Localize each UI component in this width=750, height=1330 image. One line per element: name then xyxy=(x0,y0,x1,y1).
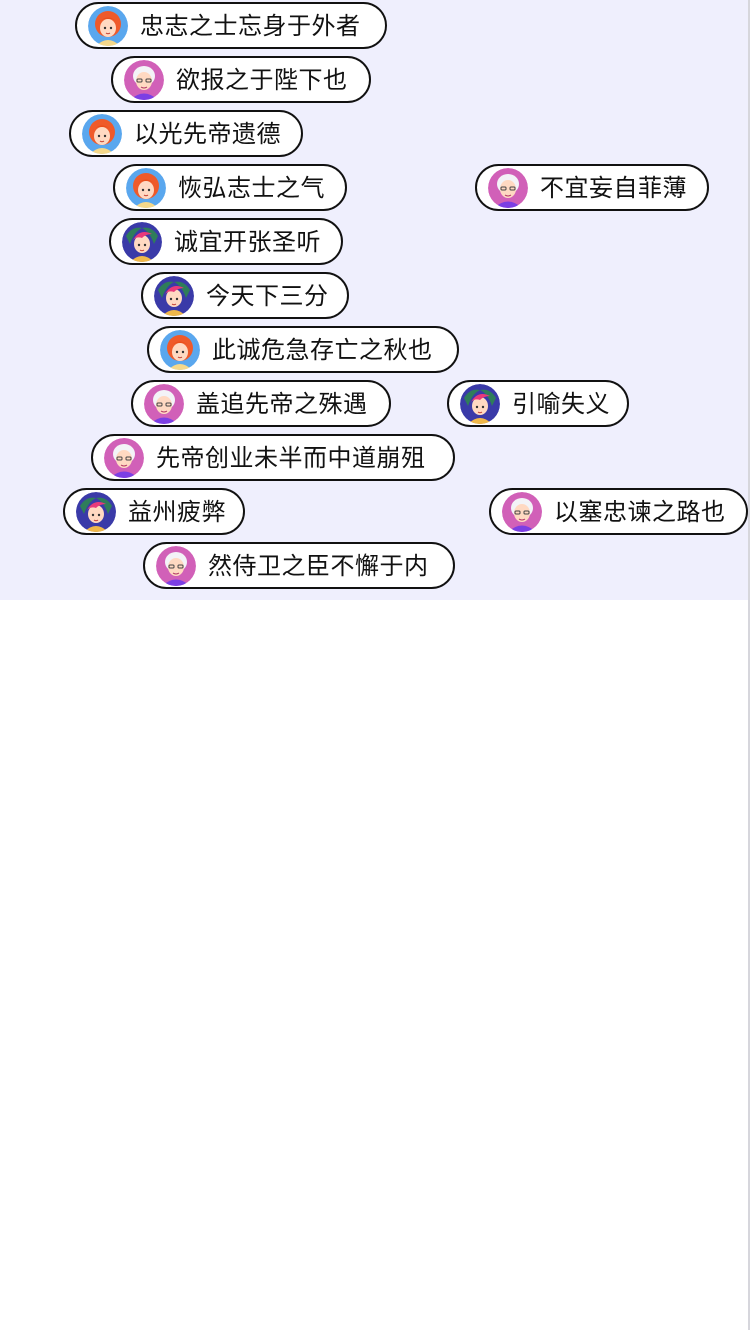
danmaku-text: 引喻失义 xyxy=(512,389,610,418)
danmaku-bubble[interactable]: 益州疲弊 xyxy=(63,488,245,535)
danmaku-bubble[interactable]: 引喻失义 xyxy=(447,380,629,427)
danmaku-bubble[interactable]: 先帝创业未半而中道崩殂 xyxy=(91,434,455,481)
pink-hair-girl-avatar-icon xyxy=(122,221,162,262)
danmaku-bubble[interactable]: 今天下三分 xyxy=(141,272,349,319)
redhead-girl-avatar-icon xyxy=(160,329,200,370)
redhead-girl-avatar-icon xyxy=(126,167,166,208)
danmaku-bubble[interactable]: 然侍卫之臣不懈于内 xyxy=(143,542,455,589)
danmaku-text: 盖追先帝之殊遇 xyxy=(196,389,368,418)
pink-hair-girl-avatar-icon xyxy=(76,491,116,532)
danmaku-bubble[interactable]: 欲报之于陛下也 xyxy=(111,56,371,103)
danmaku-bubble[interactable]: 忠志之士忘身于外者 xyxy=(75,2,387,49)
grandma-avatar-icon xyxy=(124,59,164,100)
redhead-girl-avatar-icon xyxy=(82,113,122,154)
danmaku-text: 益州疲弊 xyxy=(128,497,226,526)
grandma-avatar-icon xyxy=(502,491,542,532)
danmaku-text: 忠志之士忘身于外者 xyxy=(140,11,361,40)
danmaku-text: 以光先帝遗德 xyxy=(134,119,281,148)
pink-hair-girl-avatar-icon xyxy=(460,383,500,424)
pink-hair-girl-avatar-icon xyxy=(154,275,194,316)
danmaku-text: 恢弘志士之气 xyxy=(178,173,325,202)
grandma-avatar-icon xyxy=(104,437,144,478)
danmaku-text: 此诚危急存亡之秋也 xyxy=(212,335,433,364)
danmaku-text: 不宜妄自菲薄 xyxy=(540,173,687,202)
danmaku-stage: 忠志之士忘身于外者 欲报之于陛下也 以光先帝遗德 恢弘志士之气 不宜妄自菲薄 诚… xyxy=(0,0,748,600)
redhead-girl-avatar-icon xyxy=(88,5,128,46)
danmaku-bubble[interactable]: 以塞忠谏之路也 xyxy=(489,488,748,535)
danmaku-bubble[interactable]: 诚宜开张圣听 xyxy=(109,218,343,265)
danmaku-bubble[interactable]: 以光先帝遗德 xyxy=(69,110,303,157)
danmaku-bubble[interactable]: 恢弘志士之气 xyxy=(113,164,347,211)
danmaku-text: 诚宜开张圣听 xyxy=(174,227,321,256)
danmaku-bubble[interactable]: 盖追先帝之殊遇 xyxy=(131,380,391,427)
danmaku-text: 先帝创业未半而中道崩殂 xyxy=(156,443,426,472)
danmaku-text: 以塞忠谏之路也 xyxy=(554,497,726,526)
danmaku-bubble[interactable]: 不宜妄自菲薄 xyxy=(475,164,709,211)
danmaku-text: 欲报之于陛下也 xyxy=(176,65,348,94)
grandma-avatar-icon xyxy=(144,383,184,424)
danmaku-text: 然侍卫之臣不懈于内 xyxy=(208,551,429,580)
grandma-avatar-icon xyxy=(156,545,196,586)
grandma-avatar-icon xyxy=(488,167,528,208)
danmaku-text: 今天下三分 xyxy=(206,281,329,310)
danmaku-bubble[interactable]: 此诚危急存亡之秋也 xyxy=(147,326,459,373)
